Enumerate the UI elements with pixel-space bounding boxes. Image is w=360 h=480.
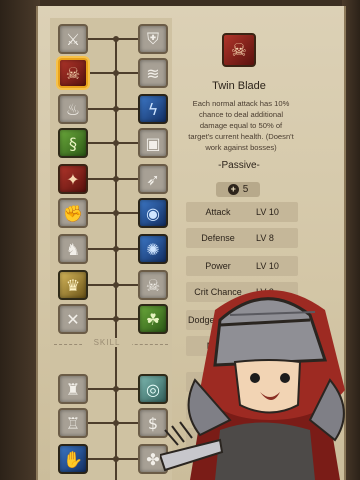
beast-icon[interactable]: ♞	[58, 234, 88, 264]
tree-joint	[113, 70, 119, 76]
skill-points-value: 5	[242, 184, 249, 195]
lightning-icon-glyph: ϟ	[147, 99, 159, 119]
horn-icon[interactable]: ♨	[58, 94, 88, 124]
chest-icon-glyph: ▣	[145, 133, 161, 153]
armor-icon[interactable]: ♖	[58, 408, 88, 438]
tree-joint	[113, 246, 119, 252]
spirit-icon-glyph: ✋	[63, 449, 83, 469]
stat-level: LV 10	[256, 207, 279, 217]
skill-points-badge: + 5	[216, 182, 260, 197]
tree-joint	[113, 36, 119, 42]
serpent-icon-glyph: §	[69, 133, 77, 153]
stat-row-attack[interactable]: Attack LV 10	[186, 202, 298, 222]
tree-joint	[113, 210, 119, 216]
skill-section-label: SKILL	[82, 338, 132, 347]
skull-icon-glyph: ☠	[145, 275, 161, 295]
gold-bag-icon-glyph: $	[147, 413, 159, 433]
whirlwind-icon-glyph: ✺	[146, 239, 160, 259]
beast-icon-glyph: ♞	[65, 239, 81, 259]
armor-icon-glyph: ♖	[65, 413, 81, 433]
stat-level: LV 8	[256, 233, 274, 243]
horn-icon-glyph: ♨	[65, 99, 81, 119]
eye-icon[interactable]: ◉	[138, 198, 168, 228]
shield-icon-glyph: ⛨	[146, 29, 159, 48]
eye-icon-glyph: ◉	[146, 203, 160, 223]
chest-icon[interactable]: ▣	[138, 128, 168, 158]
frame-left-edge	[0, 0, 40, 480]
sword-slash-icon[interactable]: ⚔	[58, 24, 88, 54]
dark-strike-icon[interactable]: ✦	[58, 164, 88, 194]
selected-skill-icon: ☠	[222, 33, 256, 67]
arrow-icon[interactable]: ➶	[138, 164, 168, 194]
tree-joint	[113, 386, 119, 392]
tree-joint	[113, 140, 119, 146]
lightning-icon[interactable]: ϟ	[138, 94, 168, 124]
crossed-bones-icon-glyph: ☠	[65, 63, 81, 83]
arrow-icon-glyph: ➶	[146, 169, 160, 189]
crossed-blades-icon-glyph: ✕	[66, 309, 80, 329]
tree-joint	[113, 316, 119, 322]
spirit-icon[interactable]: ✋	[58, 444, 88, 474]
whirlwind-icon[interactable]: ✺	[138, 234, 168, 264]
golden-lion-icon-glyph: ♛	[65, 275, 81, 295]
tree-joint	[113, 282, 119, 288]
stat-row-defense[interactable]: Defense LV 8	[186, 228, 298, 248]
tree-joint	[113, 176, 119, 182]
plus-icon: +	[227, 184, 239, 195]
claw-icon[interactable]: ≋	[138, 58, 168, 88]
fist-icon-glyph: ✊	[63, 203, 83, 223]
shield-icon[interactable]: ⛨	[138, 24, 168, 54]
skill-type: -Passive-	[218, 160, 260, 171]
helmet-icon-glyph: ♜	[65, 379, 81, 399]
stat-label: Defense	[201, 233, 235, 243]
exp-icon-glyph: ✤	[146, 449, 160, 469]
skill-name: Twin Blade	[212, 80, 266, 92]
serpent-icon[interactable]: §	[58, 128, 88, 158]
dark-strike-icon-glyph: ✦	[66, 169, 80, 189]
knight-character	[160, 290, 345, 480]
crossed-blades-icon[interactable]: ✕	[58, 304, 88, 334]
vision-icon-glyph: ◎	[146, 379, 160, 399]
sword-slash-icon-glyph: ⚔	[65, 29, 81, 49]
stat-label: Attack	[205, 207, 231, 217]
tree-joint	[113, 456, 119, 462]
tree-joint	[113, 106, 119, 112]
helmet-icon[interactable]: ♜	[58, 374, 88, 404]
golden-lion-icon[interactable]: ♛	[58, 270, 88, 300]
skill-description: Each normal attack has 10% chance to dea…	[188, 99, 294, 152]
goblin-icon-glyph: ☘	[145, 309, 161, 329]
crossed-bones-icon[interactable]: ☠	[58, 58, 88, 88]
claw-icon-glyph: ≋	[146, 63, 160, 83]
tree-joint	[113, 420, 119, 426]
fist-icon[interactable]: ✊	[58, 198, 88, 228]
